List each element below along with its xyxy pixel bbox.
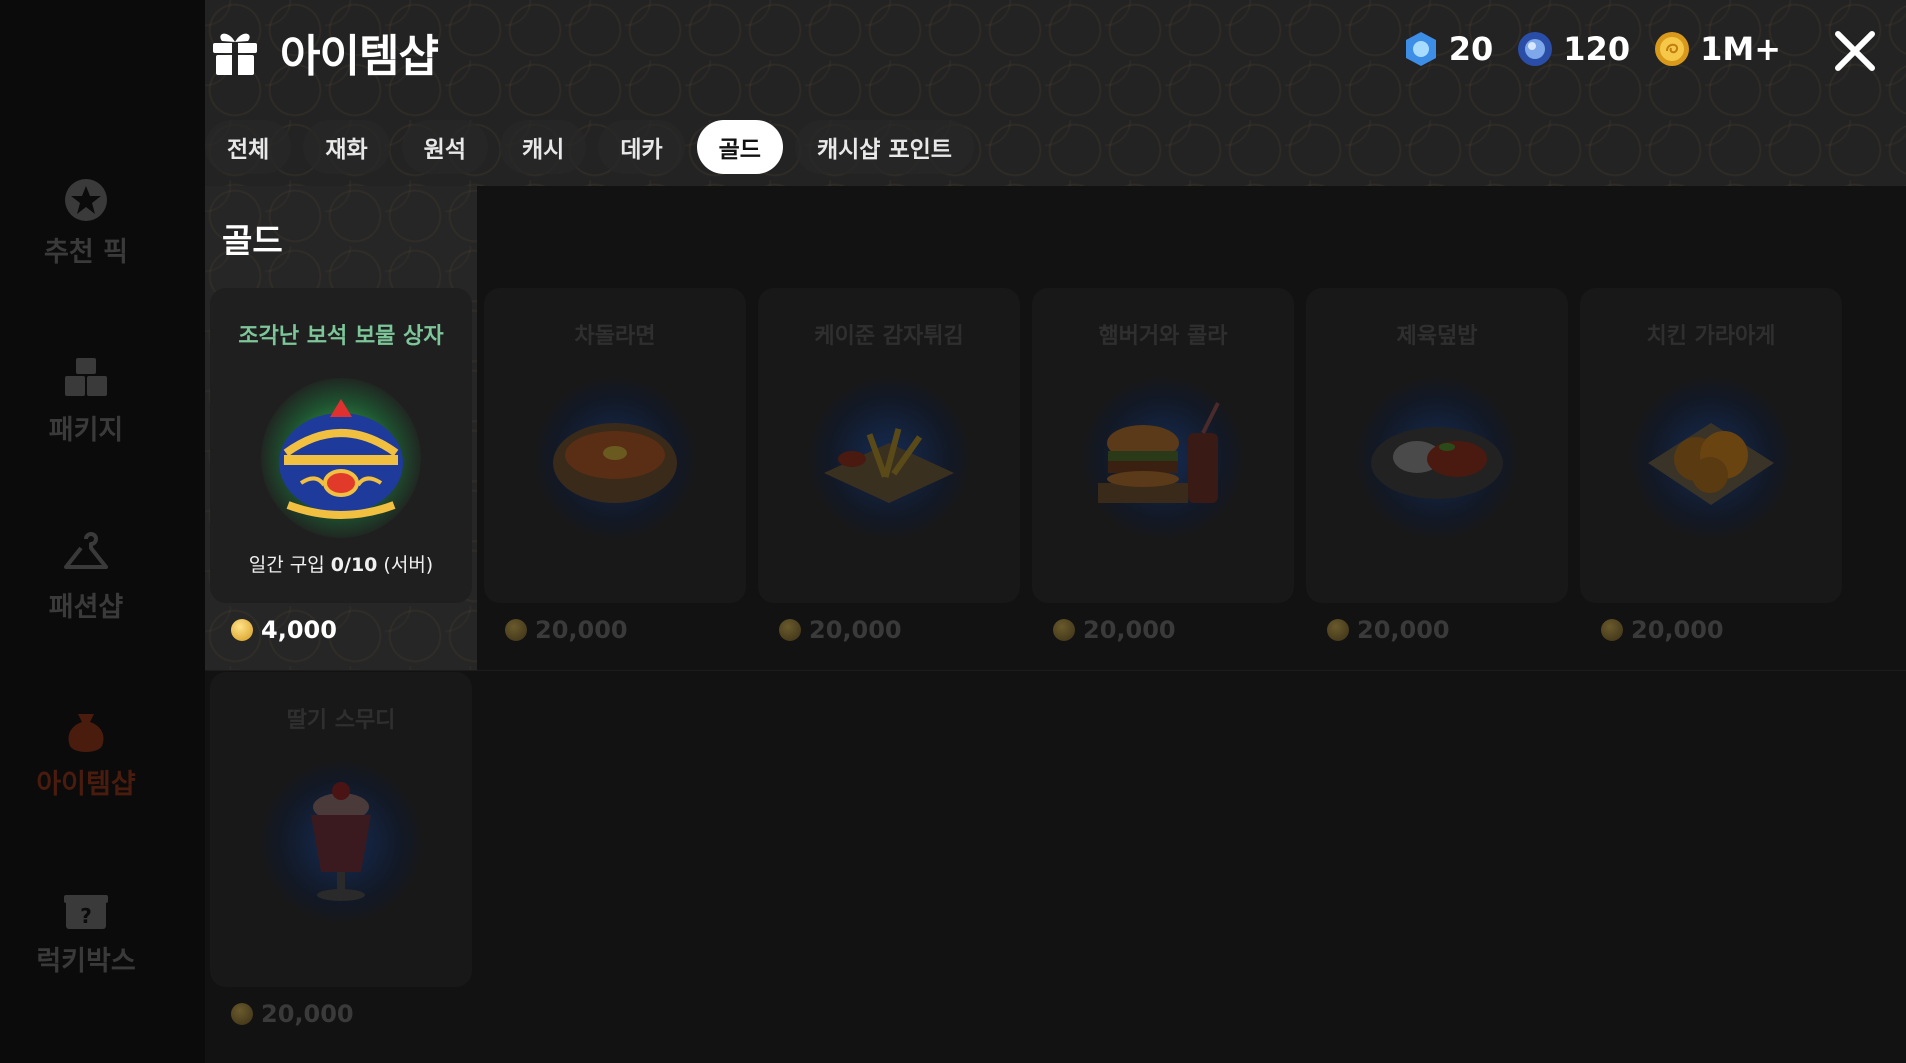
burger-cola-image [1098,402,1220,503]
gold-coin-icon [1655,32,1690,66]
item-card[interactable]: 조각난 보석 보물 상자 일간 구입 0/10 (서버) [210,288,472,603]
sidebar-item-label: 패키지 [48,415,124,446]
price-value: 20,000 [535,616,628,644]
tab-gold[interactable]: 골드 [696,120,783,174]
sidebar: 추천 픽 패키지 패션샵 아이템샵 ? 럭키박스 [0,0,205,1063]
page-title: 아이템샵 [280,31,439,82]
sidebar-item-label: 아이템샵 [36,769,136,800]
shop-header: 아이템샵 20 120 1M+ 전체 재화 원석 캐시 데카 골드 캐시샵 포인… [205,0,1906,186]
item-price: 20,000 [1053,616,1176,644]
item-card[interactable]: 제육덮밥 [1306,288,1568,603]
item-name: 차돌라면 [574,324,656,349]
gold-coin-icon [779,619,801,641]
price-value: 4,000 [261,616,337,644]
gold-coin-icon [1053,619,1075,641]
item-price: 20,000 [1327,616,1450,644]
item-name: 햄버거와 콜라 [1098,324,1228,349]
gold-coin-icon [505,619,527,641]
package-icon [65,358,107,396]
row-divider [205,670,1906,671]
price-value: 20,000 [1357,616,1450,644]
item-price: 20,000 [505,616,628,644]
price-value: 20,000 [809,616,902,644]
sidebar-item-itemshop[interactable]: 아이템샵 [0,708,172,801]
section-title: 골드 [222,221,283,260]
blue-orb-icon [1518,32,1553,66]
item-name: 치킨 가라아게 [1646,324,1776,349]
karaage-image [1648,423,1774,505]
item-card[interactable]: 치킨 가라아게 [1580,288,1842,603]
item-name: 딸기 스무디 [286,708,396,733]
item-shop-panel: 아이템샵 20 120 1M+ 전체 재화 원석 캐시 데카 골드 캐시샵 포인… [205,0,1906,1063]
limit-count: 0/10 [330,554,378,576]
tab-all[interactable]: 전체 [205,120,292,174]
sidebar-item-label: 추천 픽 [44,237,128,268]
item-card[interactable]: 햄버거와 콜라 [1032,288,1294,603]
item-price: 20,000 [231,1000,354,1028]
treasure-box-image [279,399,403,519]
blue-gem-icon [1405,32,1436,66]
tab-gemstone[interactable]: 원석 [401,120,488,174]
ramen-image [553,423,677,503]
hanger-icon [64,532,108,569]
gift-icon [213,33,257,75]
sidebar-item-recommended[interactable]: 추천 픽 [0,176,172,269]
gold-coin-icon [231,619,253,641]
category-tabs: 전체 재화 원석 캐시 데카 골드 캐시샵 포인트 [205,120,986,174]
gold-coin-icon [231,1003,253,1025]
tab-cash[interactable]: 캐시 [499,120,587,174]
item-price: 20,000 [779,616,902,644]
smoothie-image [311,782,371,901]
currency-gold: 1M+ [1654,30,1781,68]
currency-amount: 1M+ [1700,30,1781,68]
star-badge-icon [65,179,107,221]
limit-suffix: (서버) [377,554,434,576]
item-grid: 골드 조각난 보석 보물 상자 일간 구입 0/10 (서버) 4,000 차돌… [205,186,1906,1063]
svg-text:?: ? [80,904,92,928]
price-value: 20,000 [1083,616,1176,644]
close-icon[interactable] [1832,28,1878,74]
tab-cashshop-points[interactable]: 캐시샵 포인트 [794,120,974,174]
fries-image [824,428,954,503]
currency-orb: 120 [1517,30,1630,68]
item-name: 제육덮밥 [1396,324,1478,349]
currency-amount: 120 [1563,30,1631,68]
sidebar-item-fashion[interactable]: 패션샵 [0,531,172,624]
item-price: 20,000 [1601,616,1724,644]
sidebar-item-luckybox[interactable]: ? 럭키박스 [0,885,172,978]
sidebar-item-label: 럭키박스 [36,946,136,977]
tab-deka[interactable]: 데카 [598,120,685,174]
currency-bar: 20 120 1M+ [1379,30,1781,68]
purchase-limit: 일간 구입 0/10 (서버) [210,550,472,577]
currency-amount: 20 [1448,30,1494,68]
currency-gem: 20 [1403,30,1494,68]
mystery-box-icon: ? [64,895,108,929]
item-price: 4,000 [231,616,337,644]
tab-goods[interactable]: 재화 [303,120,390,174]
price-value: 20,000 [1631,616,1724,644]
jeyuk-rice-image [1371,427,1503,499]
sidebar-item-package[interactable]: 패키지 [0,354,172,447]
limit-prefix: 일간 구입 [248,554,331,576]
item-card[interactable]: 차돌라면 [484,288,746,603]
item-name: 케이준 감자튀김 [814,324,964,349]
title-area: 아이템샵 [210,22,439,82]
price-value: 20,000 [261,1000,354,1028]
sidebar-item-label: 패션샵 [48,592,124,623]
gold-coin-icon [1601,619,1623,641]
item-card[interactable]: 케이준 감자튀김 [758,288,1020,603]
item-name: 조각난 보석 보물 상자 [238,324,444,349]
gold-coin-icon [1327,619,1349,641]
pouch-icon [68,714,104,752]
item-card[interactable]: 딸기 스무디 [210,672,472,987]
